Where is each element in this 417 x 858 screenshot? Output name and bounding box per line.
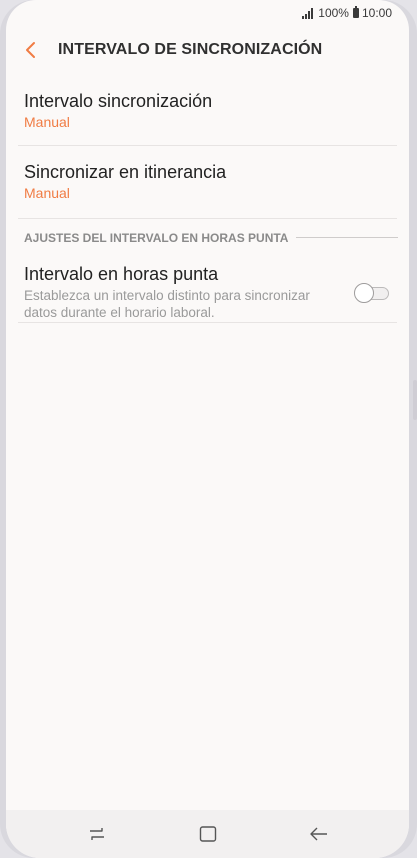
app-bar: INTERVALO DE SINCRONIZACIÓN: [6, 30, 409, 70]
peak-interval-toggle[interactable]: [354, 283, 389, 303]
list-item-title: Intervalo en horas punta: [24, 264, 219, 284]
toggle-knob: [354, 283, 374, 303]
list-item-description: Establezca un intervalo distinto para si…: [24, 288, 310, 320]
list-item-title: Sincronizar en itinerancia: [24, 162, 227, 182]
status-time: 10:00: [361, 6, 392, 20]
device-frame: 100% 10:00 INTERVALO DE SINCRONIZACIÓN I…: [0, 0, 417, 858]
section-header-label: AJUSTES DEL INTERVALO EN HORAS PUNTA: [24, 230, 289, 245]
list-item-roaming-sync[interactable]: Sincronizar en itinerancia Manual: [18, 146, 397, 219]
section-header-peak: AJUSTES DEL INTERVALO EN HORAS PUNTA: [24, 219, 398, 249]
section-divider: [296, 237, 398, 238]
navigation-bar: [6, 810, 409, 858]
list-item-peak-interval[interactable]: Intervalo en horas punta Establezca un i…: [18, 249, 397, 323]
list-item-title: Intervalo sincronización: [24, 91, 213, 111]
list-item-sync-interval[interactable]: Intervalo sincronización Manual: [18, 74, 397, 146]
home-icon[interactable]: [188, 814, 228, 854]
settings-list: Intervalo sincronización Manual Sincroni…: [6, 74, 409, 323]
status-bar: 100% 10:00: [6, 0, 409, 26]
list-item-value: Manual: [24, 114, 70, 130]
page-title: INTERVALO DE SINCRONIZACIÓN: [58, 41, 323, 58]
battery-percent: 100%: [318, 6, 349, 20]
signal-icon: [302, 7, 314, 19]
recent-apps-icon[interactable]: [77, 814, 117, 854]
list-item-value: Manual: [24, 185, 70, 201]
battery-icon: [352, 6, 359, 18]
back-icon[interactable]: [16, 35, 46, 65]
screen: 100% 10:00 INTERVALO DE SINCRONIZACIÓN I…: [6, 0, 409, 858]
back-arrow-icon[interactable]: [299, 814, 339, 854]
side-key: [413, 380, 417, 420]
